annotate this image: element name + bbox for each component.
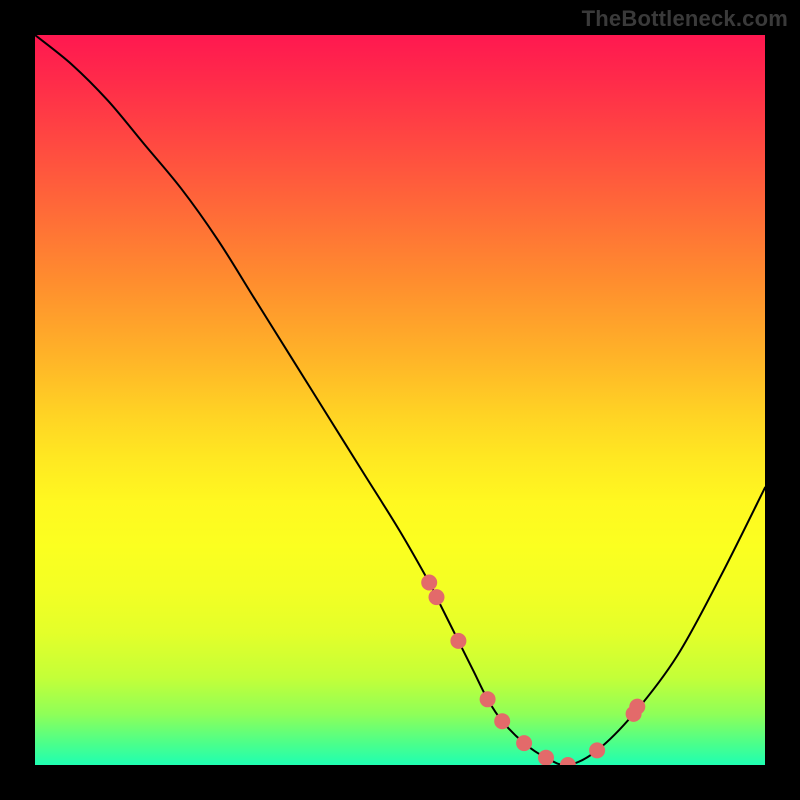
chart-container: TheBottleneck.com	[0, 0, 800, 800]
marker-point	[538, 750, 554, 765]
marker-point	[629, 699, 645, 715]
marker-point	[429, 589, 445, 605]
marker-point	[480, 691, 496, 707]
marker-point	[450, 633, 466, 649]
marker-point	[421, 575, 437, 591]
marker-point	[589, 742, 605, 758]
marker-point	[516, 735, 532, 751]
bottleneck-curve	[35, 35, 765, 765]
watermark-text: TheBottleneck.com	[582, 6, 788, 32]
marker-point	[560, 757, 576, 765]
plot-svg	[35, 35, 765, 765]
marker-point	[494, 713, 510, 729]
